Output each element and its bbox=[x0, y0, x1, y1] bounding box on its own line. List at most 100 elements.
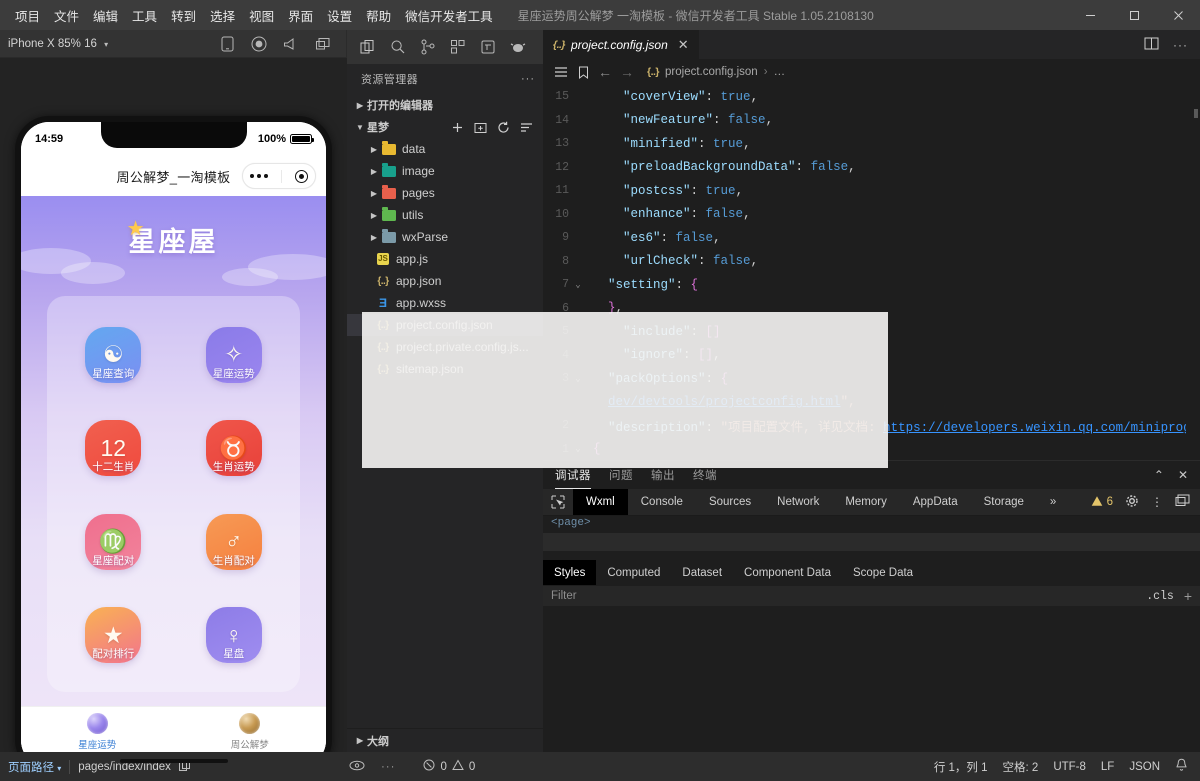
gear-icon[interactable] bbox=[1125, 494, 1139, 511]
eol-setting[interactable]: LF bbox=[1101, 761, 1114, 773]
forward-arrow-icon[interactable]: → bbox=[619, 64, 635, 80]
minimize-button[interactable] bbox=[1068, 0, 1112, 30]
cls-toggle-button[interactable]: .cls bbox=[1146, 590, 1174, 603]
file-tree-row[interactable]: ▶pages bbox=[347, 182, 543, 204]
debug-icon[interactable] bbox=[479, 38, 497, 56]
grid-item-5[interactable]: ♍星座配对 bbox=[55, 495, 172, 587]
page-path-selector[interactable]: 页面路径 ▾ bbox=[8, 759, 61, 775]
chevron-right-icon[interactable]: ▶ bbox=[367, 233, 381, 242]
extensions-icon[interactable] bbox=[449, 38, 467, 56]
wxml-root-node[interactable]: <page> bbox=[543, 516, 1200, 530]
file-tree-row[interactable]: ▶image bbox=[347, 160, 543, 182]
files-icon[interactable] bbox=[359, 38, 377, 56]
add-rule-button[interactable]: + bbox=[1184, 588, 1192, 604]
styles-subtab-component-data[interactable]: Component Data bbox=[733, 560, 842, 585]
chevron-right-icon[interactable]: ▶ bbox=[367, 167, 381, 176]
menu-item-10[interactable]: 微信开发者工具 bbox=[398, 2, 500, 29]
problems-indicator[interactable]: 0 0 bbox=[423, 759, 475, 774]
close-button[interactable] bbox=[1156, 0, 1200, 30]
devtools-tab-appdata[interactable]: AppData bbox=[900, 489, 971, 515]
styles-subtab-computed[interactable]: Computed bbox=[596, 560, 671, 585]
source-control-icon[interactable] bbox=[419, 38, 437, 56]
file-tree-row[interactable]: ▶data bbox=[347, 138, 543, 160]
back-arrow-icon[interactable]: ← bbox=[597, 64, 613, 80]
grid-item-7[interactable]: ★配对排行 bbox=[55, 589, 172, 681]
devtools-overflow-button[interactable]: » bbox=[1037, 489, 1069, 515]
mp-tab-1[interactable]: 星座运势 bbox=[21, 713, 174, 751]
menu-item-0[interactable]: 项目 bbox=[8, 2, 47, 29]
file-tree-row[interactable]: Ǝapp.wxss bbox=[347, 292, 543, 314]
code-area[interactable]: 15 "coverView": true,14 "newFeature": fa… bbox=[543, 85, 1200, 460]
styles-subtab-scope-data[interactable]: Scope Data bbox=[842, 560, 924, 585]
record-icon[interactable] bbox=[250, 35, 268, 53]
refresh-icon[interactable] bbox=[497, 121, 510, 134]
eye-icon[interactable] bbox=[349, 760, 365, 774]
menu-item-9[interactable]: 帮助 bbox=[359, 2, 398, 29]
bug-icon[interactable] bbox=[509, 38, 527, 56]
panel-tab-2[interactable]: 问题 bbox=[609, 461, 633, 489]
code-line[interactable]: 2 "description": "项目配置文件, 详见文档: https://… bbox=[543, 414, 1200, 438]
dock-icon[interactable] bbox=[1175, 494, 1190, 510]
minimap-slider[interactable] bbox=[1194, 109, 1198, 118]
panel-close-button[interactable]: ✕ bbox=[1178, 468, 1188, 482]
menu-item-3[interactable]: 工具 bbox=[125, 2, 164, 29]
chevron-right-icon[interactable]: ▶ bbox=[367, 211, 381, 220]
code-line[interactable]: 11 "postcss": true, bbox=[543, 179, 1200, 203]
kebab-menu-icon[interactable]: ⋮ bbox=[1151, 495, 1163, 509]
code-line[interactable]: 8 "urlCheck": false, bbox=[543, 250, 1200, 274]
fold-toggle-icon[interactable]: ⌄ bbox=[569, 444, 587, 454]
file-tree-row[interactable]: {..}app.json bbox=[347, 270, 543, 292]
cursor-position[interactable]: 行 1，列 1 bbox=[934, 759, 988, 775]
project-root-section[interactable]: ▼ 星梦 bbox=[347, 116, 543, 138]
minimap[interactable] bbox=[1186, 85, 1200, 460]
file-tree-row[interactable]: ▶wxParse bbox=[347, 226, 543, 248]
mp-capsule-buttons[interactable] bbox=[242, 163, 316, 189]
wxml-selected-row[interactable] bbox=[543, 533, 1200, 551]
detach-window-icon[interactable] bbox=[314, 35, 332, 53]
status-more-button[interactable]: ··· bbox=[381, 761, 396, 773]
devtools-tab-network[interactable]: Network bbox=[764, 489, 832, 515]
code-line[interactable]: 1⌄{ bbox=[543, 438, 1200, 461]
panel-tab-3[interactable]: 输出 bbox=[651, 461, 675, 489]
file-tree-row[interactable]: {..}project.private.config.js... bbox=[347, 336, 543, 358]
panel-tab-4[interactable]: 终端 bbox=[693, 461, 717, 489]
close-target-icon[interactable] bbox=[295, 170, 308, 183]
menu-item-5[interactable]: 选择 bbox=[203, 2, 242, 29]
code-line[interactable]: 14 "newFeature": false, bbox=[543, 109, 1200, 133]
code-line[interactable]: 7⌄ "setting": { bbox=[543, 273, 1200, 297]
devtools-tab-wxml[interactable]: Wxml bbox=[573, 489, 628, 515]
breadcrumb-item-more[interactable]: … bbox=[774, 66, 786, 78]
indent-setting[interactable]: 空格: 2 bbox=[1003, 759, 1039, 775]
collapse-all-icon[interactable] bbox=[520, 121, 533, 134]
code-line[interactable]: 10 "enhance": false, bbox=[543, 203, 1200, 227]
code-line[interactable]: 5 "include": [] bbox=[543, 320, 1200, 344]
volume-icon[interactable] bbox=[282, 35, 300, 53]
bell-icon[interactable] bbox=[1175, 758, 1188, 775]
editor-tab-project-config[interactable]: {..} project.config.json ✕ bbox=[543, 30, 699, 59]
code-token[interactable]: https://developers.weixin.qq.com/minipro… bbox=[883, 421, 1200, 435]
code-line[interactable]: 15 "coverView": true, bbox=[543, 85, 1200, 109]
menu-dots-icon[interactable] bbox=[250, 174, 268, 178]
mp-tab-2[interactable]: 周公解梦 bbox=[174, 713, 327, 751]
grid-item-3[interactable]: 12十二生肖 bbox=[55, 402, 172, 494]
warning-badge[interactable]: 6 bbox=[1091, 495, 1113, 510]
search-icon[interactable] bbox=[389, 38, 407, 56]
grid-item-4[interactable]: ♉生肖运势 bbox=[176, 402, 293, 494]
encoding-setting[interactable]: UTF-8 bbox=[1053, 761, 1086, 773]
open-editors-section[interactable]: ▶ 打开的编辑器 bbox=[347, 94, 543, 116]
split-editor-icon[interactable] bbox=[1144, 36, 1159, 54]
bookmark-icon[interactable] bbox=[575, 66, 591, 79]
filter-input[interactable]: Filter bbox=[551, 590, 577, 602]
chevron-right-icon[interactable]: ▶ bbox=[367, 145, 381, 154]
code-line[interactable]: dev/devtools/projectconfig.html", bbox=[543, 391, 1200, 415]
inspect-element-icon[interactable] bbox=[543, 489, 573, 515]
file-tree-row[interactable]: {..}sitemap.json bbox=[347, 358, 543, 380]
menu-item-4[interactable]: 转到 bbox=[164, 2, 203, 29]
menu-item-1[interactable]: 文件 bbox=[47, 2, 86, 29]
file-tree-row[interactable]: ▶utils bbox=[347, 204, 543, 226]
panel-collapse-button[interactable]: ⌃ bbox=[1154, 468, 1164, 482]
outline-list-icon[interactable] bbox=[553, 66, 569, 78]
menu-item-6[interactable]: 视图 bbox=[242, 2, 281, 29]
close-icon[interactable]: ✕ bbox=[678, 37, 689, 53]
grid-item-1[interactable]: ☯星座查询 bbox=[55, 308, 172, 400]
